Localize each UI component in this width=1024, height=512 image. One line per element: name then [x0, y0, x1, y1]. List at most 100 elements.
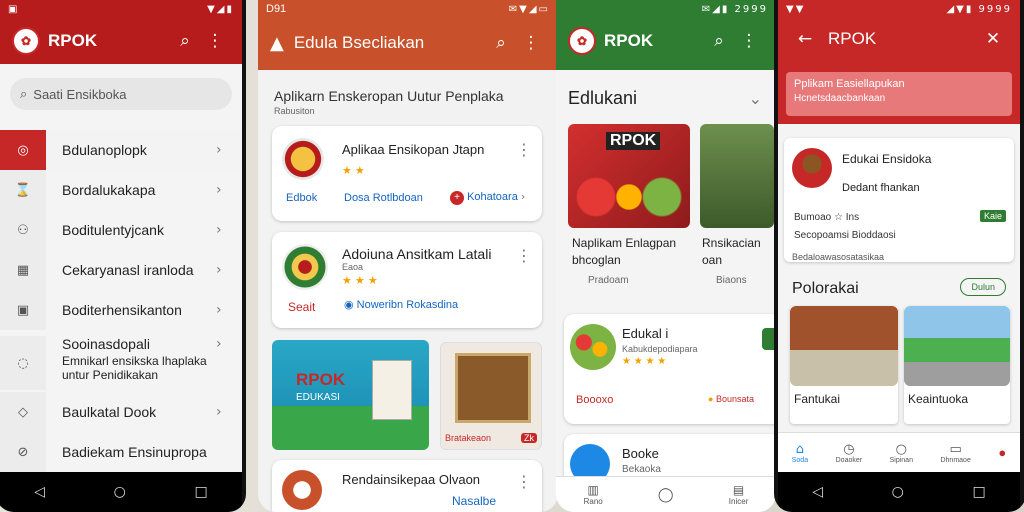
info-icon: ◉ [344, 298, 354, 311]
home-icon[interactable]: ○ [892, 484, 904, 500]
search-input[interactable]: ⌕ Saati Ensikboka [10, 78, 232, 110]
app-card-link[interactable]: ◉ Noweribn Rokasdina [344, 298, 458, 311]
drawer-item-label: Bdulanoplopk [62, 142, 147, 158]
drawer-item[interactable]: ⊘ Badiekam Ensinupropa [0, 432, 242, 472]
profile-name: Edukai Ensidoka [842, 152, 931, 166]
more-vert-icon[interactable]: ⋮ [516, 33, 546, 53]
back-arrow-icon[interactable]: ← [790, 29, 820, 49]
feature-1-meta: Pradoam [588, 275, 629, 286]
drawer-item-label: Sooinasdopali [62, 336, 150, 352]
app-logo-icon: ▲ [270, 32, 284, 54]
app-card-link[interactable]: Nasalbe [452, 494, 496, 508]
chevron-right-icon: › [216, 262, 222, 278]
stage: ▣ ▼◢▮ ✿ RPOK ⌕ ⋮ ⌕ Saati Ensikboka ◎ Bdul… [0, 0, 1024, 512]
search-icon[interactable]: ⌕ [170, 31, 200, 51]
book-image [372, 360, 412, 420]
tab-label: Doaoker [835, 456, 863, 464]
recents-icon[interactable]: □ [194, 484, 207, 500]
app-title: RPOK [48, 31, 98, 50]
tab-inbox[interactable]: ▭ Dhnmaoe [940, 442, 970, 464]
tab-label: Soda [791, 456, 809, 464]
more-vert-icon[interactable]: ⋮ [200, 31, 230, 51]
back-icon[interactable]: ◁ [34, 484, 45, 500]
recents-icon[interactable]: □ [972, 484, 985, 500]
back-icon[interactable]: ◁ [812, 484, 823, 500]
library-icon: ▤ [732, 483, 745, 497]
tab-label: Rano [583, 497, 603, 506]
list-item-1[interactable]: Edukal i Kabukdepodiapara ★ ★ ★ ★ Boooxo… [564, 314, 776, 424]
alert-banner[interactable]: Pplikam Easiellapukan Hcnetsdaacbankaan [786, 72, 1012, 116]
chevron-right-icon: › [216, 182, 222, 198]
app-card-tag: Seait [288, 300, 316, 314]
phone-3-screen: ✉◢▮ 2999 ✿ RPOK ⌕ ⋮ Edlukani ⌄ RPOK Napl… [556, 0, 776, 512]
app-card-1[interactable]: Aplikaa Ensikopan Jtapn ★ ★ ⋮ Edbok Dosa… [272, 126, 542, 221]
signal-wifi-battery-icon: ✉◢▮ 2999 [701, 3, 768, 15]
tab-home[interactable]: ▥ Rano [584, 483, 603, 506]
app-card-link-secondary[interactable]: + Kohatoara › [450, 190, 525, 205]
banner-badge: Zk [521, 433, 537, 443]
drawer-item-label: Bordalukakapa [62, 182, 156, 198]
drawer-item-icon: ▦ [0, 250, 46, 290]
status-bar: ▼▼ ◢▼▮ 9999 [778, 0, 1020, 18]
home-icon[interactable]: ○ [114, 484, 126, 500]
drawer-item[interactable]: ⌛ Bordalukakapa › [0, 170, 242, 210]
app-card-link[interactable]: Dosa Rotlbdoan [344, 192, 423, 204]
feature-2-sub: oan [702, 253, 723, 267]
tab-home[interactable]: ⌂ Soda [792, 442, 808, 464]
tab-circle[interactable]: ○ Sipinan [890, 442, 913, 464]
chevron-right-icon: › [216, 302, 222, 318]
tab-library[interactable]: ▤ Inicer [729, 483, 749, 506]
section-title: Edlukani [568, 88, 638, 108]
drawer-item[interactable]: ◇ Baulkatal Dook › [0, 392, 242, 432]
tab-history[interactable]: ◷ Doaoker [836, 442, 862, 464]
gallery-caption: Fantukai [794, 392, 841, 406]
tab-profile[interactable]: ● [998, 445, 1006, 460]
drawer-item-icon: ◇ [0, 392, 46, 432]
signal-wifi-battery-icon: ✉▼◢▭ [508, 3, 550, 15]
drawer-item-icon: ▣ [0, 290, 46, 330]
gallery-card-2[interactable]: Keaintuoka [904, 306, 1010, 424]
drawer-item[interactable]: ◎ Bdulanoplopk › [0, 130, 242, 170]
phone-3-header: ✉◢▮ 2999 ✿ RPOK ⌕ ⋮ [556, 0, 776, 70]
feature-image-1[interactable]: RPOK [568, 124, 690, 228]
chevron-right-icon: › [216, 222, 222, 238]
app-card-link-label: Noweribn Rokasdina [356, 299, 459, 311]
status-time: 2999 [734, 3, 768, 15]
tab-chat[interactable]: ◯ [658, 487, 674, 503]
drawer-item-label: Cekaryanasl iranloda [62, 262, 194, 278]
drawer-item-icon: ◎ [0, 130, 46, 170]
promo-banner-left[interactable]: RPOK EDUKASI [272, 340, 429, 450]
drawer-item-label: Boditerhensikanton [62, 302, 182, 318]
close-icon[interactable]: ✕ [978, 29, 1008, 49]
drawer-item[interactable]: ◌ Sooinasdopali › Emnikarl ensikska lhaplak… [0, 330, 242, 390]
profile-icon: ● [998, 445, 1007, 460]
drawer-item[interactable]: ⚇ Boditulentyjcank › [0, 210, 242, 250]
chevron-down-icon[interactable]: ⌄ [749, 89, 762, 108]
feature-image-2[interactable] [700, 124, 774, 228]
more-vert-icon[interactable]: ⋮ [734, 31, 764, 51]
meta-line-1: Bumoao ☆ Ins [794, 212, 860, 223]
more-vert-icon[interactable]: ⋮ [516, 246, 532, 265]
section-button[interactable]: Dulun [960, 278, 1006, 296]
list-item-title: Booke [622, 446, 659, 461]
more-vert-icon[interactable]: ⋮ [516, 472, 532, 491]
more-vert-icon[interactable]: ⋮ [516, 140, 532, 159]
search-icon[interactable]: ⌕ [704, 31, 734, 51]
list-item-tag-secondary[interactable]: ● Bounsata [708, 394, 754, 404]
promo-banner-right[interactable]: Bratakeaon Zk [440, 342, 542, 450]
framed-picture [455, 353, 531, 423]
app-card-3[interactable]: Rendainsikepaa Olvaon Nasalbe ⋮ [272, 460, 542, 512]
banner-label: Bratakeaon [445, 433, 492, 443]
list-item-tag: Boooxo [576, 394, 614, 406]
bottom-tab-bar: ⌂ Soda ◷ Doaoker ○ Sipinan ▭ Dhnmaoe ● [778, 432, 1020, 472]
phone-4-screen: ▼▼ ◢▼▮ 9999 ← RPOK ✕ Pplikam Easiellapuk… [778, 0, 1020, 512]
chevron-right-icon: › [216, 336, 222, 352]
gallery-card-1[interactable]: Fantukai [790, 306, 898, 424]
app-card-title: Adoiuna Ansitkam Latali [342, 246, 492, 262]
app-bar: ✿ RPOK ⌕ ⋮ [556, 18, 776, 64]
drawer-item[interactable]: ▣ Boditerhensikanton › [0, 290, 242, 330]
drawer-item[interactable]: ▦ Cekaryanasl iranloda › [0, 250, 242, 290]
search-icon[interactable]: ⌕ [486, 33, 516, 53]
app-card-2[interactable]: Adoiuna Ansitkam Latali Eaoa ★ ★ ★ ⋮ Sea… [272, 232, 542, 328]
tab-label: Sipinan [889, 456, 913, 464]
